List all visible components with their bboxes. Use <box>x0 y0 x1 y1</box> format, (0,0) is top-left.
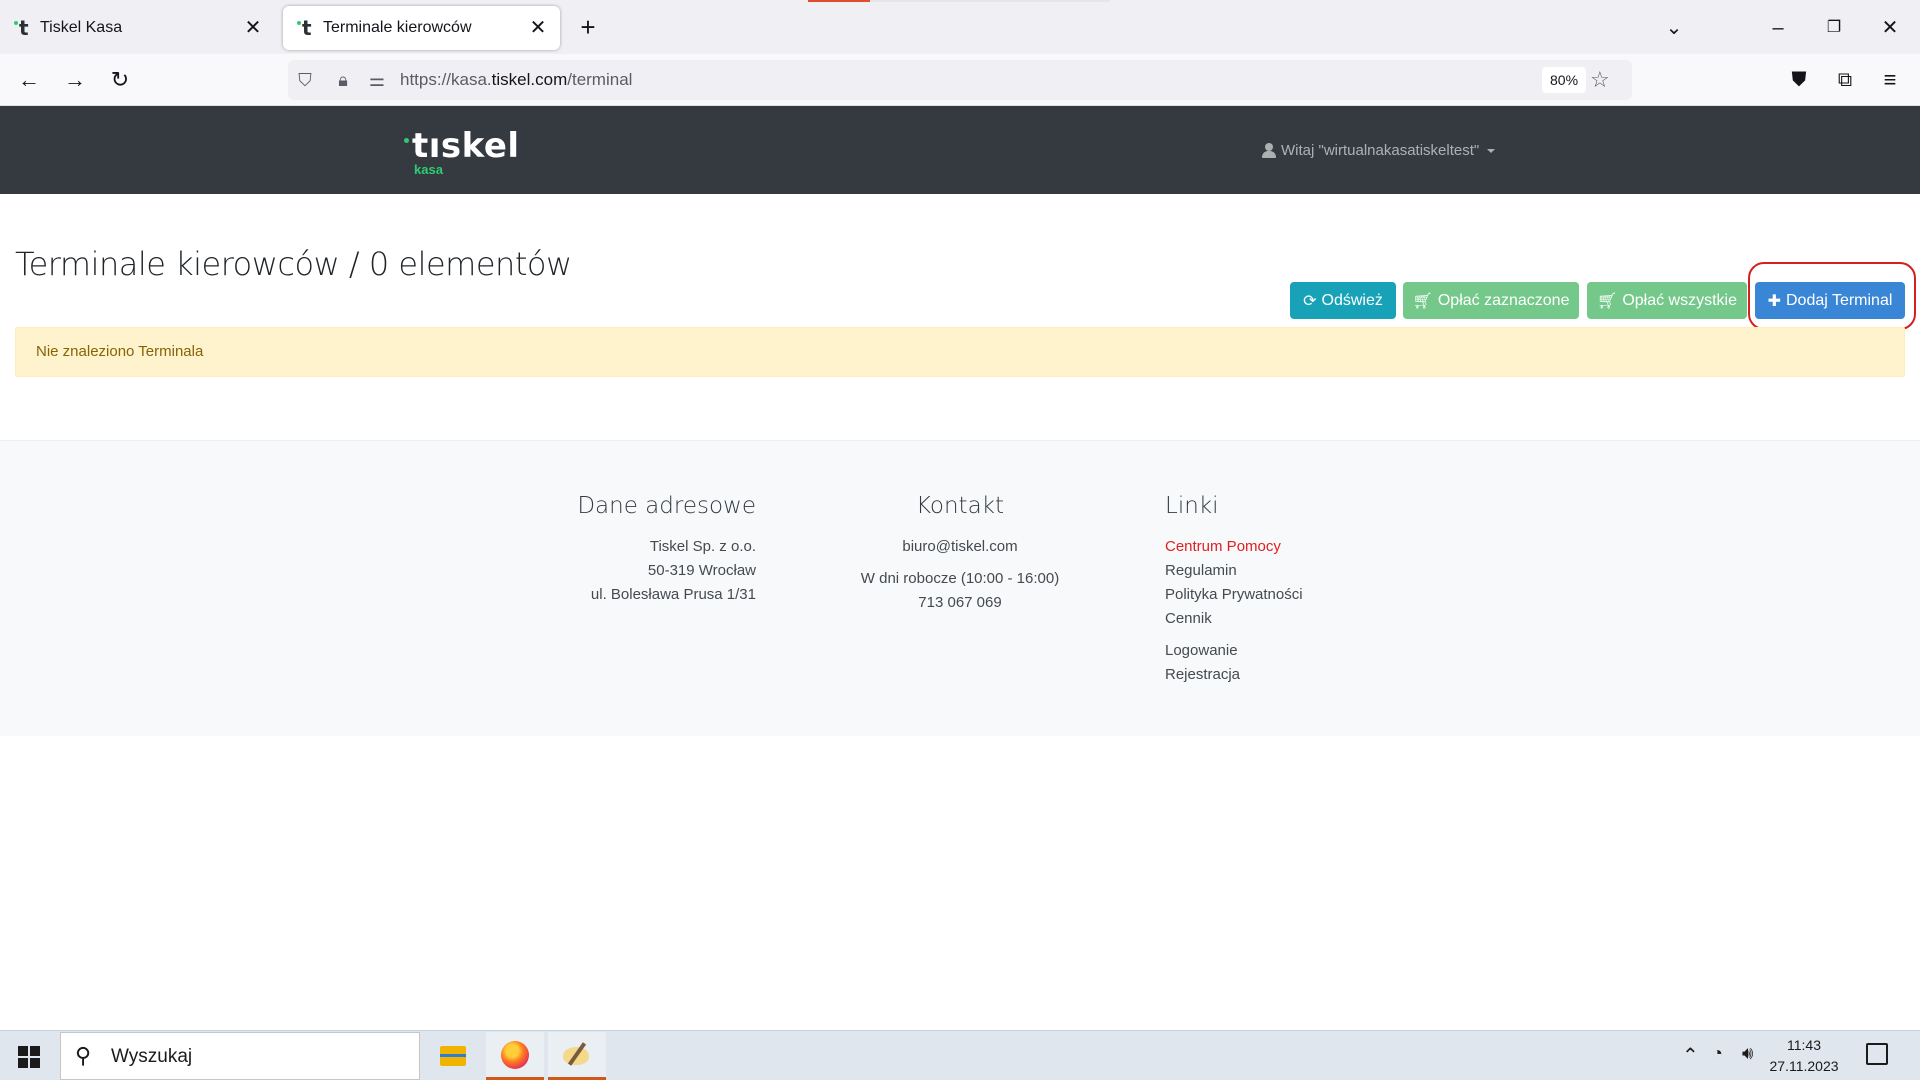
back-button[interactable]: ← <box>14 65 44 95</box>
user-menu-dropdown[interactable]: Witaj "wirtualnakasatiskeltest" <box>1262 142 1496 159</box>
contact-phone: 713 067 069 <box>918 594 1002 611</box>
lock-icon[interactable]: 🔒︎ <box>332 69 354 91</box>
close-tab-icon[interactable]: ✕ <box>243 18 263 38</box>
list-all-tabs-icon[interactable]: ⌄ <box>1660 14 1688 42</box>
address-line: 50-319 Wrocław <box>647 562 756 579</box>
link-login[interactable]: Logowanie <box>1165 639 1385 663</box>
firefox-app[interactable] <box>486 1032 544 1080</box>
tracking-shield-icon[interactable]: ⛉ <box>294 69 316 91</box>
browser-navigation-bar: ← → ↻ ⛉ 🔒︎ ⚌ https://kasa.tiskel.com/ter… <box>0 54 1920 106</box>
address-line: ul. Bolesława Prusa 1/31 <box>590 586 756 603</box>
pay-all-label: Opłać wszystkie <box>1622 291 1738 309</box>
footer-contact-column: Kontakt biuro@tiskel.com W dni robocze (… <box>860 493 1060 615</box>
tiskel-favicon-icon: t <box>297 16 315 40</box>
tab-tiskel-kasa[interactable]: t Tiskel Kasa ✕ <box>0 6 275 50</box>
tiskel-favicon-icon: t <box>14 16 32 40</box>
pay-selected-button[interactable]: 🛒︎ Opłać zaznaczone <box>1403 282 1579 319</box>
footer-address-column: Dane adresowe Tiskel Sp. z o.o. 50-319 W… <box>556 493 756 607</box>
app-menu-icon[interactable]: ≡ <box>1875 65 1905 95</box>
windows-taskbar: ⚲ Wyszukaj ⌃ ◔ 🔊︎ 11:43 27.11.2023 <box>0 1030 1920 1080</box>
link-register[interactable]: Rejestracja <box>1165 663 1385 687</box>
footer-links-heading: Linki <box>1165 493 1219 519</box>
paint-app[interactable] <box>548 1032 606 1080</box>
contact-hours: W dni robocze (10:00 - 16:00) <box>860 570 1060 587</box>
file-explorer-app[interactable] <box>424 1032 482 1080</box>
logo-subtitle: kasa <box>414 162 443 177</box>
pay-selected-label: Opłać zaznaczone <box>1437 291 1570 309</box>
refresh-icon: ⟳ <box>1303 292 1317 310</box>
bookmark-star-icon[interactable]: ☆ <box>1590 67 1610 93</box>
refresh-label: Odśwież <box>1321 291 1383 309</box>
site-footer: Dane adresowe Tiskel Sp. z o.o. 50-319 W… <box>0 440 1920 736</box>
zoom-level-badge[interactable]: 80% <box>1542 67 1587 93</box>
paint-icon <box>563 1041 591 1069</box>
highlight-annotation-ring <box>1748 262 1916 330</box>
reload-button[interactable]: ↻ <box>105 65 135 95</box>
logo-dot <box>404 138 409 143</box>
clock-time: 11:43 <box>1787 1037 1821 1053</box>
taskbar-search-placeholder: Wyszukaj <box>111 1046 193 1067</box>
empty-state-message: Nie znaleziono Terminala <box>36 343 204 360</box>
extensions-icon[interactable]: ⧉ <box>1830 65 1860 95</box>
url-path: /terminal <box>567 70 633 89</box>
close-tab-icon[interactable]: ✕ <box>528 18 548 38</box>
windows-start-icon[interactable] <box>18 1046 40 1068</box>
tiskel-kasa-logo[interactable]: tıskel kasa <box>404 126 524 177</box>
clock-date: 27.11.2023 <box>1769 1058 1839 1074</box>
volume-icon[interactable]: 🔊︎ <box>1742 1043 1753 1064</box>
pay-all-button[interactable]: 🛒︎ Opłać wszystkie <box>1587 282 1747 319</box>
footer-contact-heading: Kontakt <box>915 493 1005 519</box>
pocket-icon[interactable]: ⛊ <box>1784 65 1814 95</box>
footer-links-column: Linki Centrum Pomocy Regulamin Polityka … <box>1165 493 1385 687</box>
forward-button[interactable]: → <box>60 65 90 95</box>
tab-terminale-kierowcow[interactable]: t Terminale kierowców ✕ <box>283 6 560 50</box>
site-header: tıskel kasa Witaj "wirtualnakasatiskelte… <box>0 106 1920 194</box>
browser-tab-bar: t Tiskel Kasa ✕ t Terminale kierowców ✕ … <box>0 0 1920 54</box>
tab-title: Terminale kierowców <box>323 19 472 36</box>
search-icon: ⚲ <box>75 1043 92 1068</box>
firefox-icon <box>501 1040 529 1069</box>
page-title: Terminale kierowców / 0 elementów <box>15 245 572 283</box>
cart-icon: 🛒︎ <box>1412 292 1433 310</box>
link-privacy-policy[interactable]: Polityka Prywatności <box>1165 583 1385 607</box>
folder-icon <box>440 1046 466 1066</box>
link-terms[interactable]: Regulamin <box>1165 559 1385 583</box>
permissions-icon[interactable]: ⚌ <box>366 69 388 91</box>
system-clock[interactable]: 11:43 27.11.2023 <box>1766 1035 1842 1077</box>
user-greeting: Witaj "wirtualnakasatiskeltest" <box>1281 142 1480 159</box>
url-text[interactable]: https://kasa.tiskel.com/terminal <box>400 70 632 90</box>
new-tab-button[interactable]: + <box>574 14 602 42</box>
tab-loading-accent <box>808 0 870 2</box>
user-icon <box>1262 143 1276 158</box>
contact-email: biuro@tiskel.com <box>902 538 1018 555</box>
notification-center-icon[interactable] <box>1866 1043 1888 1065</box>
logo-wordmark: tıskel <box>412 126 520 166</box>
footer-address-heading: Dane adresowe <box>577 493 756 519</box>
link-help-center[interactable]: Centrum Pomocy <box>1165 535 1385 559</box>
address-bar[interactable]: ⛉ 🔒︎ ⚌ https://kasa.tiskel.com/terminal … <box>288 60 1632 100</box>
cart-icon: 🛒︎ <box>1597 292 1618 310</box>
empty-state-alert: Nie znaleziono Terminala <box>15 327 1905 377</box>
link-pricing[interactable]: Cennik <box>1165 607 1385 631</box>
minimize-window-button[interactable]: – <box>1764 14 1792 42</box>
url-host: tiskel.com <box>491 70 568 89</box>
refresh-button[interactable]: ⟳ Odśwież <box>1290 282 1396 319</box>
restore-window-button[interactable]: ❐ <box>1820 14 1848 42</box>
url-prefix: https://kasa. <box>400 70 492 89</box>
chevron-up-icon[interactable]: ⌃ <box>1682 1043 1699 1068</box>
tab-title: Tiskel Kasa <box>40 19 123 36</box>
address-line: Tiskel Sp. z o.o. <box>649 538 756 555</box>
tab-strip-accent <box>870 0 1110 2</box>
network-icon[interactable]: ◔ <box>1712 1043 1723 1064</box>
close-window-button[interactable]: ✕ <box>1876 14 1904 42</box>
taskbar-search-input[interactable]: ⚲ Wyszukaj <box>60 1032 420 1080</box>
chevron-down-icon <box>1487 148 1496 153</box>
